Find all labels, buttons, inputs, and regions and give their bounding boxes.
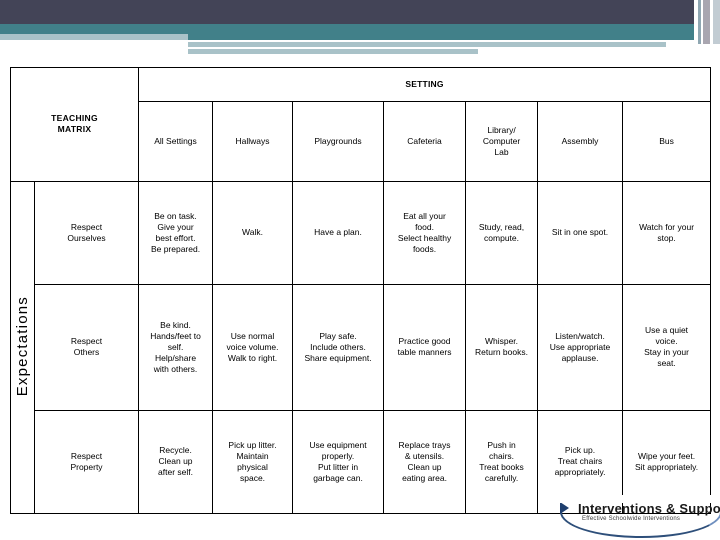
matrix-row-head-respect-ourselves: Respect Ourselves	[33, 180, 140, 285]
matrix-cell: Play safe. Include others. Share equipment…	[292, 283, 385, 411]
matrix-cell: Study, read, compute.	[465, 180, 539, 285]
cell-text: Wipe your feet. Sit appropriately.	[634, 450, 699, 472]
row-label-line2: Ourselves	[67, 232, 106, 243]
banner-vertical-bar-4	[703, 0, 710, 44]
logo-triangle-icon	[560, 502, 569, 514]
expectations-axis-text: Expectations	[14, 295, 31, 396]
cell-text: Sit in one spot.	[551, 227, 609, 238]
cell-text: Use a quiet voice. Stay in your seat.	[644, 325, 689, 369]
matrix-cell: Pick up litter. Maintain physical space.	[212, 409, 294, 515]
matrix-cell: Eat all your food. Select healthy foods.	[383, 180, 467, 285]
matrix-cell: Recycle. Clean up after self.	[138, 409, 214, 515]
row-label-line2: Property	[70, 461, 103, 472]
matrix-cell: Be kind. Hands/feet to self. Help/share with…	[138, 283, 214, 411]
matrix-col-head-assembly: Assembly	[537, 100, 624, 182]
cell-text: Be kind. Hands/feet to self. Help/share with…	[150, 319, 201, 374]
matrix-col-head-cafeteria: Cafeteria	[383, 100, 467, 182]
col-label: Cafeteria	[407, 135, 442, 146]
cell-text: Recycle. Clean up after self.	[158, 445, 193, 478]
col-label: All Settings	[154, 135, 197, 146]
cell-text: Be on task. Give your best effort. Be prepa…	[150, 210, 201, 254]
matrix-cell: Replace trays & utensils. Clean up eating a…	[383, 409, 467, 515]
cell-text: Practice good table manners	[397, 336, 452, 358]
row-label-line2: Others	[73, 347, 100, 358]
matrix-setting-header: SETTING	[138, 67, 712, 102]
cell-text: Eat all your food. Select healthy foods.	[397, 210, 452, 254]
matrix-col-head-bus: Bus	[622, 100, 712, 182]
row-label-line1: Respect	[70, 221, 103, 232]
matrix-title-line2: MATRIX	[57, 124, 92, 135]
expectations-axis-label: Expectations	[10, 180, 35, 515]
cell-text: Replace trays & utensils. Clean up eating a…	[398, 439, 451, 483]
matrix-cell: Practice good table manners	[383, 283, 467, 411]
matrix-row-head-respect-others: Respect Others	[33, 283, 140, 411]
col-label: Assembly	[561, 135, 599, 146]
matrix-col-head-all-settings: All Settings	[138, 100, 214, 182]
cell-text: Use equipment properly. Put litter in garba…	[309, 439, 367, 483]
col-label: Bus	[659, 135, 674, 146]
table-row: Expectations Respect Ourselves Be on tas…	[10, 180, 712, 515]
matrix-col-head-library-lab: Library/Computer Lab	[465, 100, 539, 182]
row-label-line1: Respect	[70, 450, 103, 461]
col-label: Library/Computer Lab	[482, 124, 521, 157]
col-label: Hallways	[235, 135, 270, 146]
matrix-col-head-playgrounds: Playgrounds	[292, 100, 385, 182]
cell-text: Use normal voice volume. Walk to right.	[226, 330, 279, 363]
cell-text: Have a plan.	[314, 227, 362, 238]
matrix-col-head-hallways: Hallways	[212, 100, 294, 182]
matrix-cell: Have a plan.	[292, 180, 385, 285]
matrix-cell: Use a quiet voice. Stay in your seat.	[622, 283, 712, 411]
col-label: Playgrounds	[314, 135, 362, 146]
slide-banner	[0, 0, 720, 56]
teaching-matrix: TEACHING MATRIX SETTING All Settings Hal…	[9, 67, 712, 515]
cell-text: Push in chairs. Treat books carefully.	[479, 439, 524, 483]
cell-text: Pick up litter. Maintain physical space.	[228, 439, 277, 483]
banner-band-navy	[0, 0, 720, 24]
matrix-cell: Walk.	[212, 180, 294, 285]
matrix-title-cell: TEACHING MATRIX	[9, 67, 140, 182]
matrix-cell: Push in chairs. Treat books carefully.	[465, 409, 539, 515]
logo-main-text: Interventions & Supports	[578, 501, 720, 516]
pbis-logo: Interventions & Supports Effective Schoo…	[558, 500, 720, 540]
matrix-cell: Whisper. Return books.	[465, 283, 539, 411]
matrix-cell: Watch for your stop.	[622, 180, 712, 285]
matrix-title-line1: TEACHING	[51, 113, 98, 124]
logo-crop-mask	[558, 495, 720, 503]
cell-text: Watch for your stop.	[639, 221, 695, 243]
cell-text: Walk.	[242, 227, 263, 238]
table-row: Respect Others Be kind. Hands/feet to self…	[11, 283, 712, 411]
matrix-cell: Use normal voice volume. Walk to right.	[212, 283, 294, 411]
matrix-cell: Listen/watch. Use appropriate applause.	[537, 283, 624, 411]
matrix-row-head-respect-property: Respect Property	[33, 409, 140, 515]
logo-sub-text: Effective Schoolwide Interventions	[582, 516, 681, 522]
cell-text: Pick up. Treat chairs appropriately.	[554, 445, 606, 478]
cell-text: Play safe. Include others. Share equipment…	[304, 330, 372, 363]
banner-vertical-bar-6	[713, 0, 720, 44]
matrix-header-row-setting: TEACHING MATRIX SETTING	[9, 67, 712, 182]
row-label-line1: Respect	[70, 336, 103, 347]
banner-band-teal	[0, 24, 720, 34]
matrix-cell: Sit in one spot.	[537, 180, 624, 285]
teaching-matrix-table: TEACHING MATRIX SETTING All Settings Hal…	[9, 67, 712, 515]
matrix-cell: Use equipment properly. Put litter in garba…	[292, 409, 385, 515]
matrix-cell: Be on task. Give your best effort. Be prepa…	[138, 180, 214, 285]
banner-stripe-pale-b	[188, 49, 478, 54]
cell-text: Whisper. Return books.	[475, 336, 528, 358]
cell-text: Study, read, compute.	[478, 221, 525, 243]
cell-text: Listen/watch. Use appropriate applause.	[549, 330, 611, 363]
